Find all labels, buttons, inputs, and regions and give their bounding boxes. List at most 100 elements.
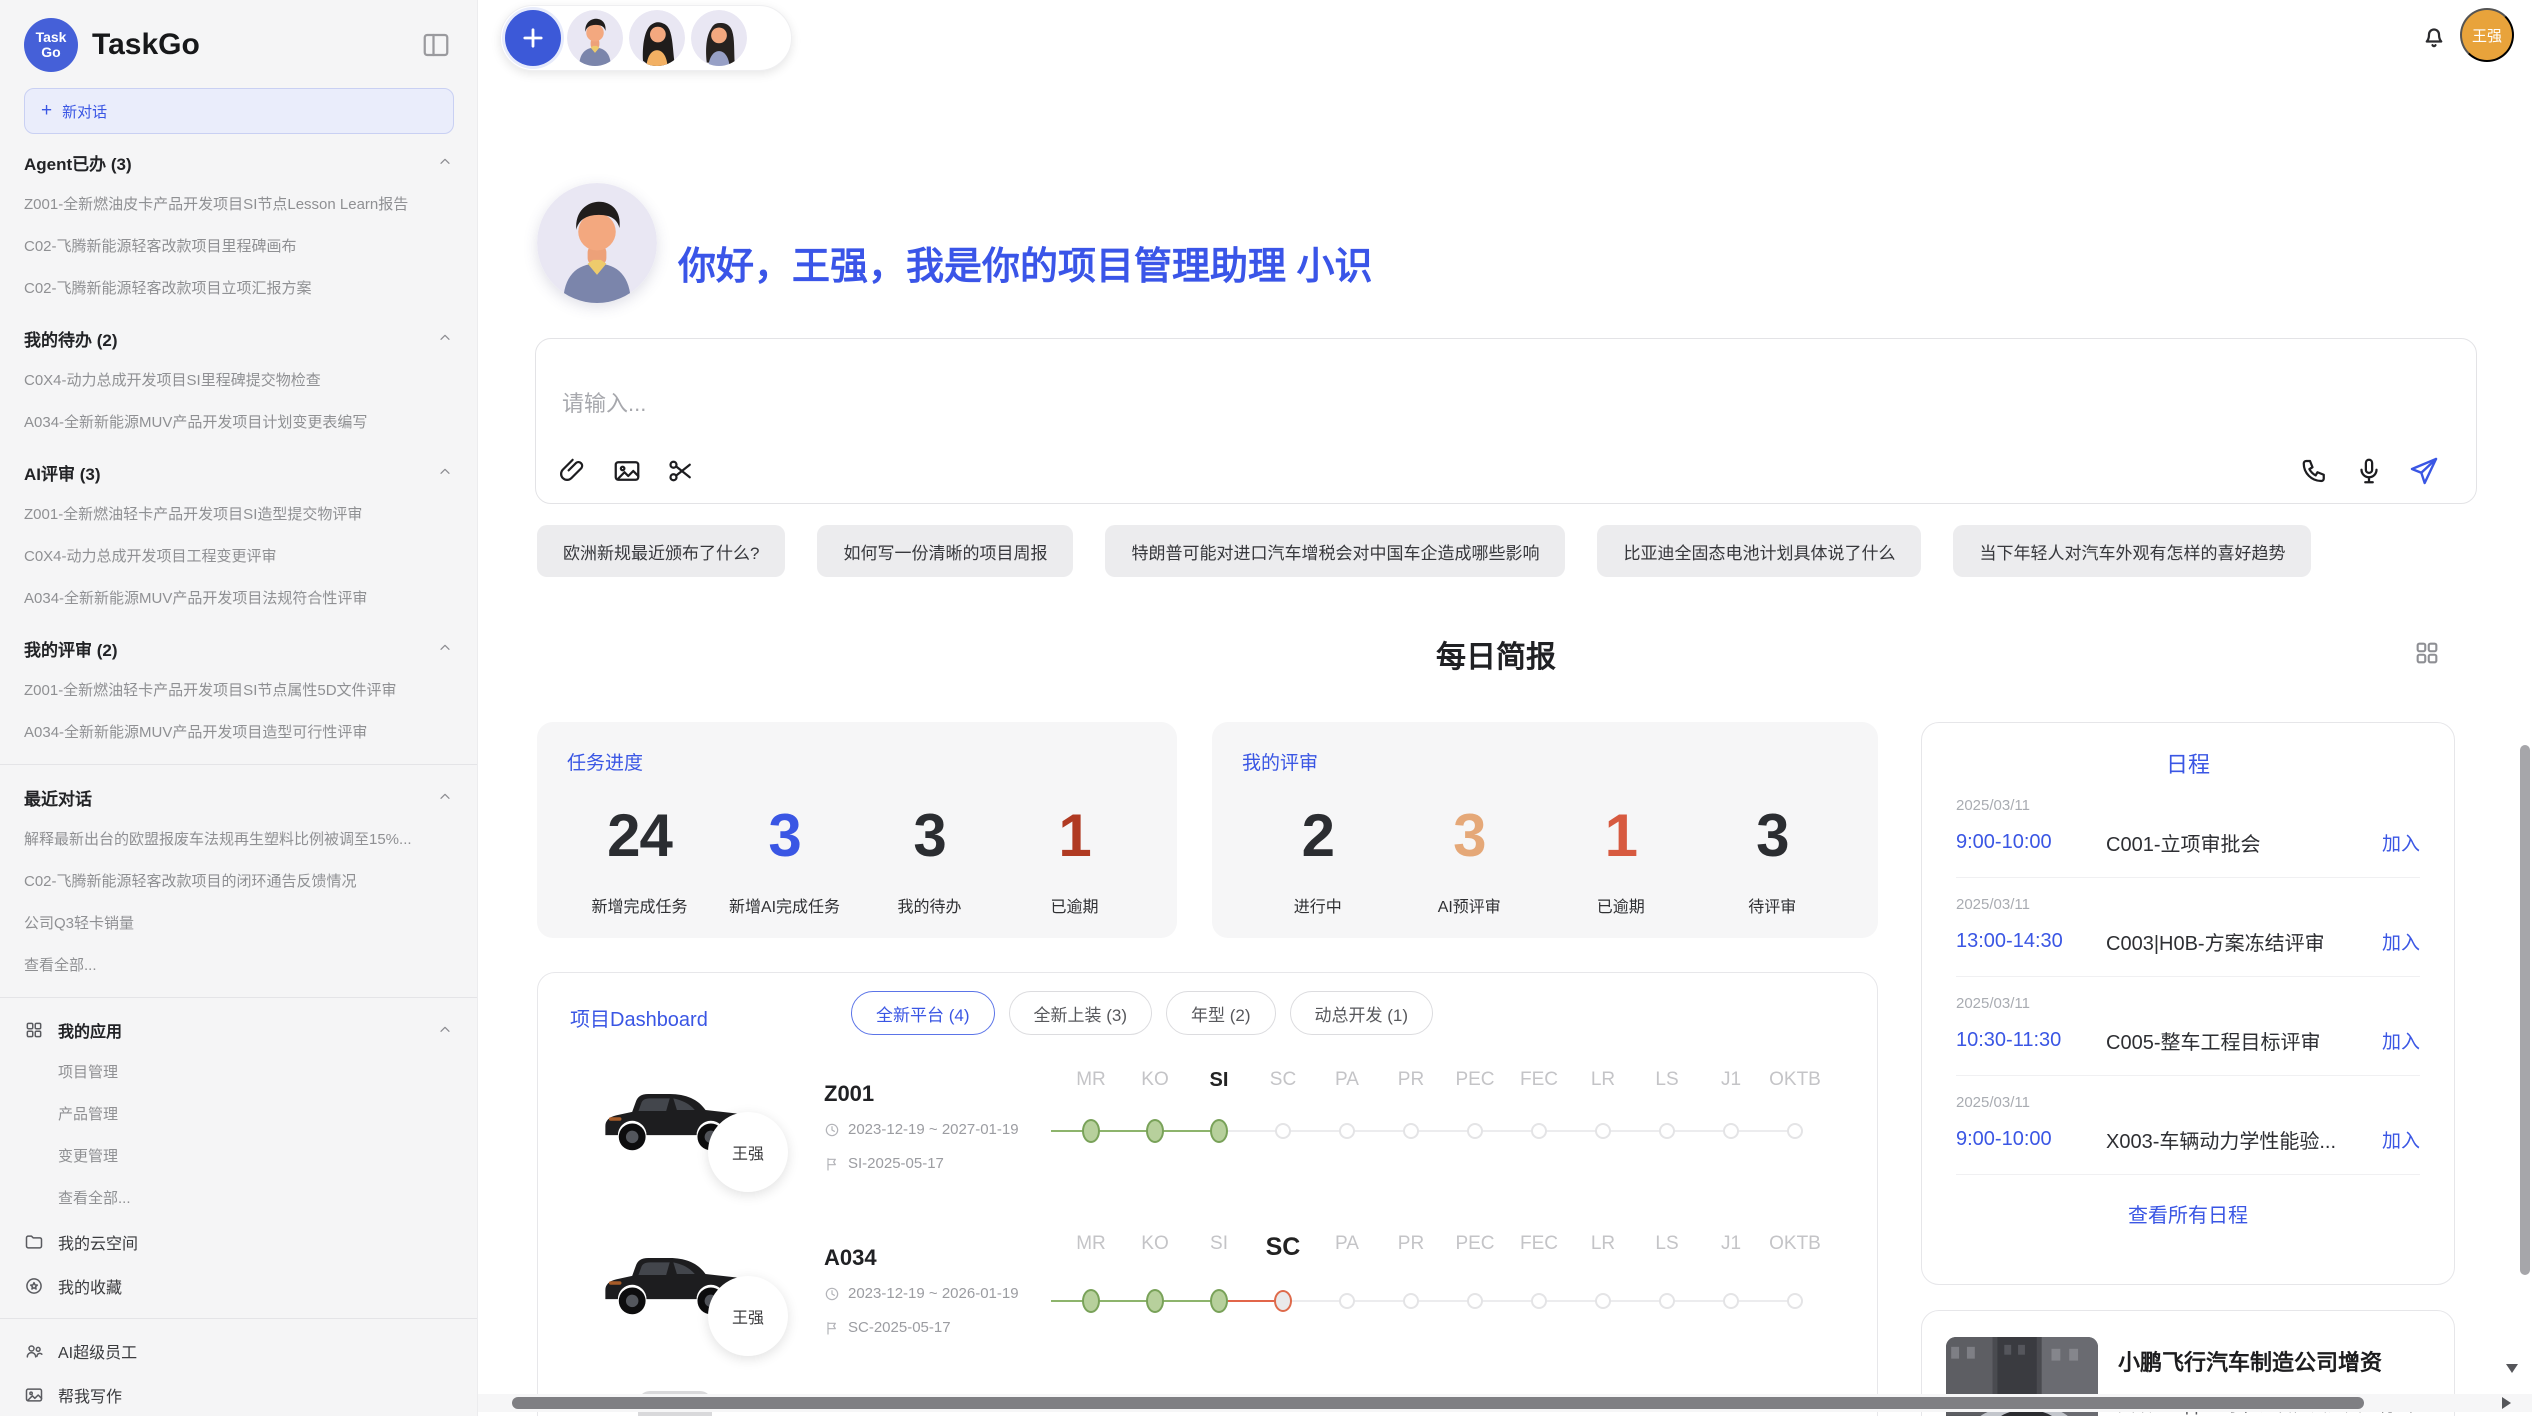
join-event-button[interactable]: 加入: [2382, 1027, 2420, 1054]
agent-avatar-1[interactable]: [567, 10, 623, 66]
suggestion-chip[interactable]: 特朗普可能对进口汽车增税会对中国车企造成哪些影响: [1105, 525, 1565, 577]
sidebar-item[interactable]: C02-飞腾新能源轻客改款项目里程碑画布: [24, 226, 453, 268]
stat-value: 3: [1697, 793, 1849, 879]
sidebar-item[interactable]: Z001-全新燃油轻卡产品开发项目SI造型提交物评审: [24, 494, 453, 536]
dashboard-tabs: 全新平台 (4) 全新上装 (3) 年型 (2) 动总开发 (1): [851, 991, 1433, 1035]
view-all-chats-link[interactable]: 查看全部...: [24, 945, 453, 987]
user-avatar[interactable]: 王强: [2460, 8, 2514, 62]
suggestion-chip[interactable]: 如何写一份清晰的项目周报: [817, 525, 1073, 577]
project-row-z001[interactable]: 王强 Z001 2023-12-19 ~ 2027-01-19 SI-2025-…: [538, 1059, 1877, 1229]
event-date: 2025/03/11: [1956, 1094, 2420, 1111]
agent-avatar-3[interactable]: [691, 10, 747, 66]
my-apps-label: 我的应用: [58, 1018, 122, 1042]
stat-my-todo: 3 我的待办: [857, 793, 1002, 917]
sidebar-item[interactable]: C0X4-动力总成开发项目SI里程碑提交物检查: [24, 360, 453, 402]
sidebar-item-change-mgmt[interactable]: 变更管理: [24, 1136, 453, 1178]
notifications-button[interactable]: [2419, 21, 2451, 53]
sidebar-item-favorites[interactable]: 我的收藏: [24, 1264, 453, 1308]
stat-value: 1: [1002, 793, 1147, 879]
project-milestone-flag: SI-2025-05-17: [824, 1155, 944, 1172]
join-event-button[interactable]: 加入: [2382, 829, 2420, 856]
recent-chat-item[interactable]: C02-飞腾新能源轻客改款项目的闭环通告反馈情况: [24, 861, 453, 903]
suggestion-chip[interactable]: 欧洲新规最近颁布了什么?: [537, 525, 785, 577]
section-header-my-todo[interactable]: 我的待办 (2): [24, 316, 453, 360]
milestone-label: PA: [1315, 1233, 1379, 1262]
event-time: 9:00-10:00: [1956, 1128, 2106, 1151]
send-button[interactable]: [2408, 455, 2440, 487]
attach-file-button[interactable]: [558, 455, 590, 487]
agent-avatar-2[interactable]: [629, 10, 685, 66]
microphone-button[interactable]: [2354, 455, 2386, 487]
new-chat-label: 新对话: [62, 101, 107, 122]
horizontal-scrollbar-thumb[interactable]: [512, 1397, 2364, 1409]
flag-label: SI-2025-05-17: [848, 1155, 944, 1172]
event-time: 10:30-11:30: [1956, 1029, 2106, 1052]
suggestion-chip[interactable]: 当下年轻人对汽车外观有怎样的喜好趋势: [1953, 525, 2311, 577]
view-all-apps-link[interactable]: 查看全部...: [24, 1178, 453, 1220]
folder-icon: [24, 1232, 44, 1252]
sidebar-item-ai-super-staff[interactable]: AI超级员工: [24, 1329, 453, 1373]
sidebar-item-cloud-space[interactable]: 我的云空间: [24, 1220, 453, 1264]
sidebar-item-product-mgmt[interactable]: 产品管理: [24, 1094, 453, 1136]
vertical-scrollbar-thumb[interactable]: [2520, 745, 2530, 1275]
message-input[interactable]: [562, 391, 2162, 417]
project-dashboard-title: 项目Dashboard: [570, 1003, 708, 1032]
panel-collapse-icon: [421, 30, 451, 60]
suggestion-chip[interactable]: 比亚迪全固态电池计划具体说了什么: [1597, 525, 1921, 577]
voice-call-button[interactable]: [2300, 455, 2332, 487]
recent-chat-item[interactable]: 公司Q3轻卡销量: [24, 903, 453, 945]
section-header-recent[interactable]: 最近对话: [24, 775, 453, 819]
sidebar-item[interactable]: Z001-全新燃油轻卡产品开发项目SI节点属性5D文件评审: [24, 670, 453, 712]
section-header-agent-done[interactable]: Agent已办 (3): [24, 140, 453, 184]
section-title: Agent已办 (3): [24, 150, 132, 175]
schedule-event: 2025/03/11 9:00-10:00 X003-车辆动力学性能验... 加…: [1956, 1076, 2420, 1175]
stat-label: 待评审: [1697, 893, 1849, 917]
new-chat-button[interactable]: + 新对话: [24, 88, 454, 134]
sidebar-collapse-button[interactable]: [421, 29, 453, 61]
milestone-dot: [1275, 1123, 1291, 1139]
stat-label: 已逾期: [1545, 893, 1697, 917]
add-agent-button[interactable]: [505, 10, 561, 66]
briefing-layout-button[interactable]: [2413, 638, 2443, 668]
sidebar-item[interactable]: A034-全新新能源MUV产品开发项目计划变更表编写: [24, 402, 453, 444]
tab-model-year[interactable]: 年型 (2): [1166, 991, 1276, 1035]
flag-icon: [824, 1320, 840, 1336]
milestone-dot: [1531, 1123, 1547, 1139]
join-event-button[interactable]: 加入: [2382, 928, 2420, 955]
project-dates: 2023-12-19 ~ 2026-01-19: [824, 1285, 1019, 1302]
sidebar-item-project-mgmt[interactable]: 项目管理: [24, 1052, 453, 1094]
scroll-right-arrow[interactable]: [2502, 1397, 2511, 1409]
section-header-my-review[interactable]: 我的评审 (2): [24, 626, 453, 670]
milestone-label: PA: [1315, 1069, 1379, 1092]
sidebar-item[interactable]: A034-全新新能源MUV产品开发项目法规符合性评审: [24, 578, 453, 620]
schedule-event: 2025/03/11 10:30-11:30 C005-整车工程目标评审 加入: [1956, 977, 2420, 1076]
join-event-button[interactable]: 加入: [2382, 1126, 2420, 1153]
milestone-label: PR: [1379, 1069, 1443, 1092]
sidebar-item-help-me-write[interactable]: 帮我写作: [24, 1373, 453, 1416]
tab-new-body[interactable]: 全新上装 (3): [1009, 991, 1153, 1035]
view-all-schedule-link[interactable]: 查看所有日程: [2128, 1199, 2248, 1228]
chevron-up-icon: [437, 464, 453, 480]
sidebar-item[interactable]: C02-飞腾新能源轻客改款项目立项汇报方案: [24, 268, 453, 310]
section-title: 我的评审 (2): [24, 636, 118, 661]
milestone-label: J1: [1699, 1069, 1763, 1092]
snippet-button[interactable]: [666, 455, 698, 487]
project-milestone-flag: SC-2025-05-17: [824, 1319, 951, 1336]
sidebar-item-my-apps[interactable]: 我的应用: [24, 1008, 453, 1052]
recent-chat-item[interactable]: 解释最新出台的欧盟报废车法规再生塑料比例被调至15%...: [24, 819, 453, 861]
sidebar-item[interactable]: A034-全新新能源MUV产品开发项目造型可行性评审: [24, 712, 453, 754]
project-row-a034[interactable]: 王强 A034 2023-12-19 ~ 2026-01-19 SC-2025-…: [538, 1223, 1877, 1393]
sidebar-item[interactable]: Z001-全新燃油皮卡产品开发项目SI节点Lesson Learn报告: [24, 184, 453, 226]
section-header-ai-review[interactable]: AI评审 (3): [24, 450, 453, 494]
milestone-dot-overdue: [1274, 1290, 1292, 1312]
milestone-dot: [1723, 1123, 1739, 1139]
tab-powertrain[interactable]: 动总开发 (1): [1290, 991, 1434, 1035]
tab-new-platform[interactable]: 全新平台 (4): [851, 991, 995, 1035]
scroll-down-arrow[interactable]: [2506, 1364, 2518, 1373]
bell-icon: [2419, 22, 2449, 52]
project-dates: 2023-12-19 ~ 2027-01-19: [824, 1121, 1019, 1138]
insert-image-button[interactable]: [612, 455, 644, 487]
plus-icon: [519, 24, 547, 52]
sidebar-item[interactable]: C0X4-动力总成开发项目工程变更评审: [24, 536, 453, 578]
event-name: X003-车辆动力学性能验...: [2106, 1125, 2382, 1154]
